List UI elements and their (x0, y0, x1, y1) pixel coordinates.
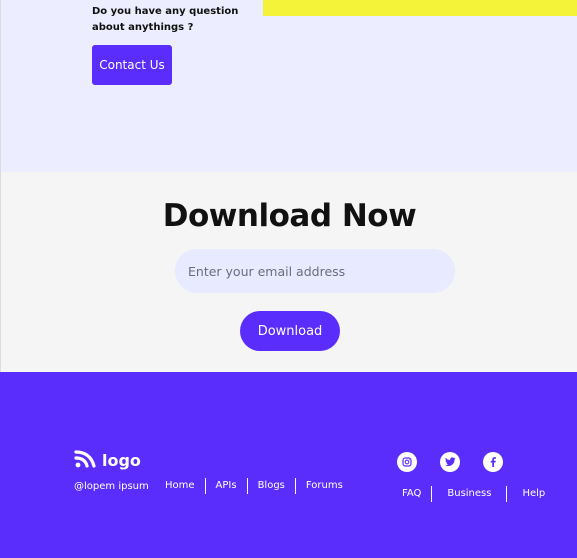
footer-link-blogs[interactable]: Blogs (248, 478, 295, 494)
footer-link-help[interactable]: Help (507, 486, 560, 502)
footer-nav-left: Home APIs Blogs Forums (155, 478, 353, 494)
download-title-rest: Now (331, 198, 417, 234)
contact-us-button[interactable]: Contact Us (92, 45, 172, 85)
social-links (397, 452, 503, 472)
footer-link-forums[interactable]: Forums (296, 478, 353, 494)
accent-bar (263, 0, 577, 16)
footer-link-business[interactable]: Business (432, 486, 506, 502)
contact-section: Do you have any question about anythings… (0, 0, 577, 172)
footer: logo @lopem ipsum Home APIs Blogs Forums (0, 372, 577, 558)
download-title-bold: Download (162, 198, 332, 234)
rss-logo-icon (74, 448, 98, 472)
footer-link-home[interactable]: Home (155, 478, 205, 494)
download-title: Download Now (1, 198, 577, 234)
footer-tagline: @lopem ipsum (74, 481, 149, 492)
footer-logo[interactable]: logo (74, 448, 141, 472)
footer-link-apis[interactable]: APIs (206, 478, 247, 494)
email-input[interactable] (175, 249, 455, 293)
footer-nav-right: FAQ Business Help (392, 486, 560, 502)
logo-text: logo (102, 450, 141, 470)
facebook-icon[interactable] (483, 452, 503, 472)
download-button[interactable]: Download (240, 311, 340, 351)
instagram-icon[interactable] (397, 452, 417, 472)
twitter-icon[interactable] (440, 452, 460, 472)
contact-question: Do you have any question about anythings… (92, 6, 239, 33)
download-section: Download Now Download (0, 172, 577, 372)
footer-link-faq[interactable]: FAQ (392, 486, 431, 502)
